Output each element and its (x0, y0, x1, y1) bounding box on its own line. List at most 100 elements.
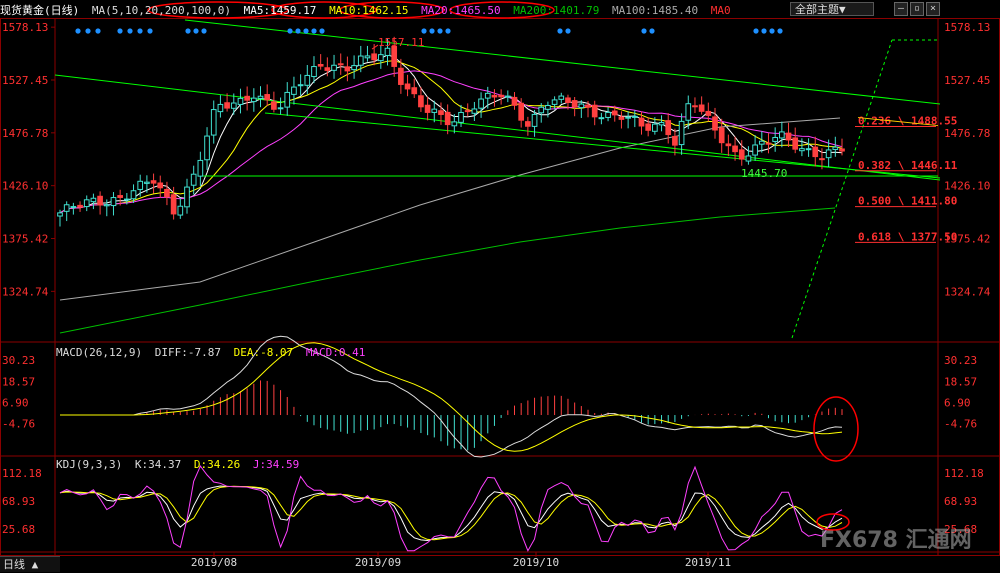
candle-body (471, 108, 478, 114)
period-tab[interactable]: 日线 ▲ (0, 556, 60, 572)
candle-body (351, 65, 357, 71)
candle-body (411, 87, 418, 95)
candle-body (839, 148, 845, 152)
candle-body (157, 182, 164, 189)
candle-body (745, 155, 752, 162)
signal-dot (421, 28, 427, 34)
candle-body (197, 159, 204, 177)
candle-body (137, 180, 144, 190)
candle-body (591, 104, 598, 118)
macd-value: MACD:0.41 (305, 346, 366, 359)
candle-body (337, 63, 344, 66)
price-tick-right: 1426.10 (944, 180, 990, 193)
candle-body (565, 97, 571, 103)
candle-body (685, 103, 692, 121)
candle-body (551, 99, 558, 105)
signal-dot (137, 28, 143, 34)
candle-body (418, 95, 424, 108)
candle-body (545, 104, 551, 110)
candle-body (264, 94, 271, 101)
candle-body (752, 144, 758, 156)
macd-header: MACD(26,12,9) DIFF:-7.87 DEA:-8.07 MACD:… (56, 346, 371, 359)
candle-body (712, 116, 718, 131)
candle-body (785, 132, 792, 141)
candle-body (799, 148, 805, 152)
candle-body (498, 94, 504, 98)
signal-dot (295, 28, 301, 34)
kdj-header: KDJ(9,3,3) K:34.37 D:34.26 J:34.59 (56, 458, 305, 471)
moving-average-lines (59, 54, 843, 334)
candle-body (779, 131, 785, 139)
candle-body (284, 91, 291, 108)
kdj-j: J:34.59 (252, 458, 300, 471)
candle-body (525, 121, 531, 127)
macd-dea: DEA:-8.07 (233, 346, 294, 359)
candle-body (170, 194, 177, 215)
macd-tick-left: -4.76 (2, 418, 35, 431)
candle-body (478, 98, 484, 109)
candle-body (571, 100, 578, 108)
trend-lines (54, 19, 941, 339)
ma10-value: MA10:1462.15 (329, 4, 409, 17)
chart-frame (0, 18, 1000, 556)
signal-dot (557, 28, 563, 34)
candle-body (631, 115, 638, 118)
candle-body (558, 95, 565, 100)
signal-dot (85, 28, 91, 34)
candle-body (364, 55, 371, 59)
signal-dot (777, 28, 783, 34)
price-tick-left: 1375.42 (2, 233, 48, 246)
highlight-circles (147, 1, 859, 531)
candle-body (371, 53, 377, 61)
signal-dot (117, 28, 123, 34)
candle-body (244, 95, 250, 101)
candle-body (144, 181, 150, 184)
signal-dot (147, 28, 153, 34)
candle-body (230, 102, 237, 109)
signal-dot (185, 28, 191, 34)
candle-body (725, 143, 732, 147)
macd-diff: DIFF:-7.87 (154, 346, 221, 359)
kdj-pane (59, 465, 843, 552)
signal-dot (287, 28, 293, 34)
candle-body (618, 116, 625, 120)
ma20-line (59, 70, 843, 214)
candle-body (90, 197, 97, 203)
macd-tick-right: -4.76 (944, 418, 977, 431)
candle-body (819, 158, 825, 161)
candle-body (652, 123, 658, 132)
chart-canvas[interactable]: 1578.13 1578.13 1527.45 1527.45 1476.78 1476.… (0, 0, 1000, 572)
price-tick-right: 1324.74 (944, 285, 991, 298)
dea-line (60, 342, 843, 452)
price-tick-right: 1578.13 (944, 21, 990, 34)
candle-body (504, 95, 511, 98)
minimize-button[interactable]: – (894, 2, 908, 16)
candle-body (424, 104, 431, 113)
candle-body (511, 96, 518, 106)
signal-dot (319, 28, 325, 34)
candle-body (431, 108, 438, 113)
theme-menu-button[interactable]: 全部主题▼ (790, 2, 874, 16)
price-tick-right: 1476.78 (944, 127, 990, 140)
candle-body (638, 117, 645, 127)
kdj-d: D:34.26 (193, 458, 241, 471)
fib-label: 0.500 \ 1411.80 (858, 195, 957, 208)
candle-body (237, 97, 244, 105)
price-tick-right: 1527.45 (944, 74, 990, 87)
candle-body (578, 103, 585, 109)
kdj-params: KDJ(9,3,3) (56, 458, 123, 471)
candle-body (110, 197, 117, 207)
restore-button[interactable]: ▫ (910, 2, 924, 16)
dashed-trend-line (791, 39, 893, 339)
signal-dot (565, 28, 571, 34)
candle-body (77, 204, 83, 208)
signal-dot (445, 28, 451, 34)
candle-body (484, 92, 491, 99)
candle-body (692, 105, 698, 108)
close-button[interactable]: × (926, 2, 940, 16)
signal-dot (437, 28, 443, 34)
candle-body (150, 180, 157, 184)
candle-body (765, 142, 772, 145)
fib-label: 0.618 \ 1377.50 (858, 230, 957, 243)
signal-dot (769, 28, 775, 34)
